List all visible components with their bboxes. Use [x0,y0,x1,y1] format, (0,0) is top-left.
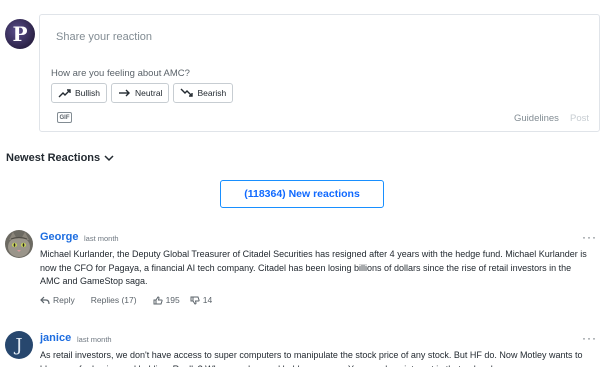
reaction-body: As retail investors, we don't have acces… [40,350,583,367]
reaction-input[interactable]: Share your reaction [56,31,152,43]
bearish-label: Bearish [197,88,227,98]
avatar[interactable] [5,230,33,258]
avatar[interactable]: J [5,331,33,359]
reaction-body: Michael Kurlander, the Deputy Global Tre… [40,249,587,286]
gif-button[interactable]: GIF [57,112,72,123]
reply-icon [40,296,50,304]
user-avatar: P [5,19,35,49]
downvote-count: 14 [202,295,213,305]
guidelines-link[interactable]: Guidelines [514,113,559,124]
thumbs-down-icon [190,296,200,305]
sentiment-question: How are you feeling about AMC? [51,68,190,79]
reaction-author[interactable]: janice [40,332,71,344]
replies-button[interactable]: Replies (17) [91,295,137,305]
reaction-time: last month [77,335,112,344]
post-button[interactable]: Post [570,113,589,124]
neutral-button[interactable]: Neutral [111,83,170,103]
reply-label: Reply [53,295,75,305]
downvote-button[interactable]: 14 [190,295,212,305]
reaction-actions: Reply Replies (17) 195 14 [40,295,222,305]
trend-up-icon [58,89,71,98]
reaction-time: last month [84,234,119,243]
sentiment-options: Bullish Neutral Bearish [51,83,234,103]
sort-dropdown[interactable]: Newest Reactions [6,152,114,164]
arrow-right-icon [119,89,131,97]
bullish-label: Bullish [75,88,101,98]
replies-label: Replies (17) [90,295,137,305]
chevron-down-icon [104,155,114,162]
trend-down-icon [180,88,194,97]
bullish-button[interactable]: Bullish [51,83,108,103]
avatar-letter: J [15,334,23,356]
upvote-count: 195 [165,295,180,305]
thumbs-up-icon [153,295,163,304]
neutral-label: Neutral [135,88,163,98]
cat-avatar-icon [5,230,33,258]
bearish-button[interactable]: Bearish [173,83,234,103]
more-options-icon[interactable]: ··· [582,331,597,345]
reaction-author[interactable]: George [40,231,79,243]
more-options-icon[interactable]: ··· [582,230,597,244]
user-avatar-letter: P [12,22,28,46]
sort-label: Newest Reactions [6,152,101,164]
reaction-composer: Share your reaction How are you feeling … [39,14,600,132]
reply-button[interactable]: Reply [40,295,75,305]
upvote-button[interactable]: 195 [153,295,180,305]
new-reactions-button[interactable]: (118364) New reactions [220,180,384,208]
